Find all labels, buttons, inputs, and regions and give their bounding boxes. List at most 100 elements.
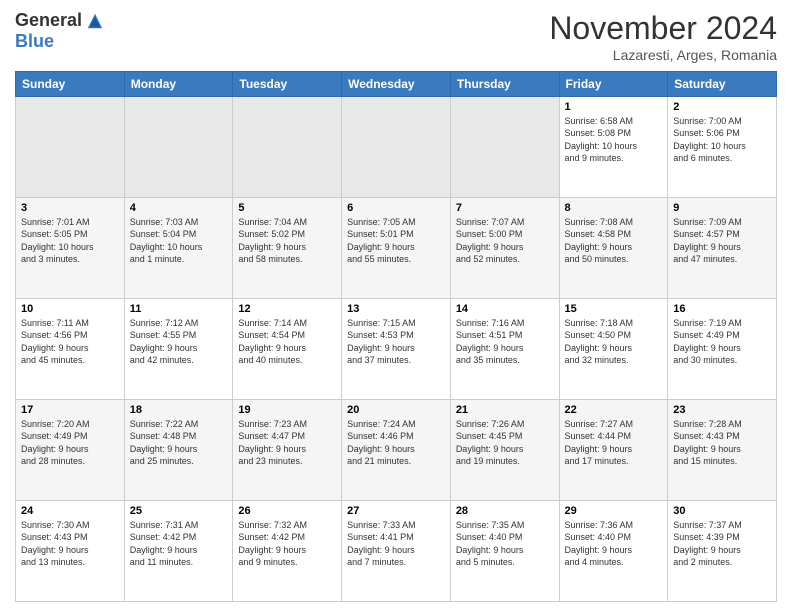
calendar-cell: 24Sunrise: 7:30 AM Sunset: 4:43 PM Dayli… [16, 501, 125, 602]
calendar-cell: 11Sunrise: 7:12 AM Sunset: 4:55 PM Dayli… [124, 299, 233, 400]
calendar-cell: 16Sunrise: 7:19 AM Sunset: 4:49 PM Dayli… [668, 299, 777, 400]
calendar-cell [16, 97, 125, 198]
calendar-cell: 21Sunrise: 7:26 AM Sunset: 4:45 PM Dayli… [450, 400, 559, 501]
day-number: 29 [565, 504, 663, 518]
calendar-cell: 17Sunrise: 7:20 AM Sunset: 4:49 PM Dayli… [16, 400, 125, 501]
day-number: 22 [565, 403, 663, 417]
calendar-cell: 14Sunrise: 7:16 AM Sunset: 4:51 PM Dayli… [450, 299, 559, 400]
day-number: 9 [673, 201, 771, 215]
day-info: Sunrise: 7:03 AM Sunset: 5:04 PM Dayligh… [130, 216, 228, 265]
day-number: 15 [565, 302, 663, 316]
logo: General Blue [15, 10, 104, 52]
month-title: November 2024 [549, 10, 777, 47]
day-info: Sunrise: 7:20 AM Sunset: 4:49 PM Dayligh… [21, 418, 119, 467]
calendar-cell: 19Sunrise: 7:23 AM Sunset: 4:47 PM Dayli… [233, 400, 342, 501]
col-thursday: Thursday [450, 72, 559, 97]
day-info: Sunrise: 7:35 AM Sunset: 4:40 PM Dayligh… [456, 519, 554, 568]
day-number: 14 [456, 302, 554, 316]
title-section: November 2024 Lazaresti, Arges, Romania [549, 10, 777, 63]
page: General Blue November 2024 Lazaresti, Ar… [0, 0, 792, 612]
calendar-cell: 13Sunrise: 7:15 AM Sunset: 4:53 PM Dayli… [342, 299, 451, 400]
calendar-cell: 5Sunrise: 7:04 AM Sunset: 5:02 PM Daylig… [233, 198, 342, 299]
calendar-cell [342, 97, 451, 198]
day-info: Sunrise: 7:00 AM Sunset: 5:06 PM Dayligh… [673, 115, 771, 164]
day-number: 21 [456, 403, 554, 417]
calendar-cell: 30Sunrise: 7:37 AM Sunset: 4:39 PM Dayli… [668, 501, 777, 602]
day-info: Sunrise: 7:16 AM Sunset: 4:51 PM Dayligh… [456, 317, 554, 366]
logo-blue-text: Blue [15, 31, 54, 52]
day-info: Sunrise: 7:14 AM Sunset: 4:54 PM Dayligh… [238, 317, 336, 366]
calendar-cell: 8Sunrise: 7:08 AM Sunset: 4:58 PM Daylig… [559, 198, 668, 299]
calendar-cell [124, 97, 233, 198]
day-number: 25 [130, 504, 228, 518]
day-number: 6 [347, 201, 445, 215]
day-number: 28 [456, 504, 554, 518]
day-info: Sunrise: 7:33 AM Sunset: 4:41 PM Dayligh… [347, 519, 445, 568]
day-info: Sunrise: 7:07 AM Sunset: 5:00 PM Dayligh… [456, 216, 554, 265]
calendar-week-row-3: 10Sunrise: 7:11 AM Sunset: 4:56 PM Dayli… [16, 299, 777, 400]
day-number: 8 [565, 201, 663, 215]
col-wednesday: Wednesday [342, 72, 451, 97]
calendar-header-row: Sunday Monday Tuesday Wednesday Thursday… [16, 72, 777, 97]
day-number: 2 [673, 100, 771, 114]
calendar-cell: 12Sunrise: 7:14 AM Sunset: 4:54 PM Dayli… [233, 299, 342, 400]
day-number: 5 [238, 201, 336, 215]
calendar-table: Sunday Monday Tuesday Wednesday Thursday… [15, 71, 777, 602]
calendar-week-row-4: 17Sunrise: 7:20 AM Sunset: 4:49 PM Dayli… [16, 400, 777, 501]
day-number: 12 [238, 302, 336, 316]
calendar-cell: 25Sunrise: 7:31 AM Sunset: 4:42 PM Dayli… [124, 501, 233, 602]
calendar-cell: 2Sunrise: 7:00 AM Sunset: 5:06 PM Daylig… [668, 97, 777, 198]
day-number: 19 [238, 403, 336, 417]
day-number: 16 [673, 302, 771, 316]
calendar-cell: 1Sunrise: 6:58 AM Sunset: 5:08 PM Daylig… [559, 97, 668, 198]
col-sunday: Sunday [16, 72, 125, 97]
calendar-week-row-2: 3Sunrise: 7:01 AM Sunset: 5:05 PM Daylig… [16, 198, 777, 299]
day-number: 26 [238, 504, 336, 518]
day-info: Sunrise: 7:28 AM Sunset: 4:43 PM Dayligh… [673, 418, 771, 467]
calendar-cell: 20Sunrise: 7:24 AM Sunset: 4:46 PM Dayli… [342, 400, 451, 501]
day-number: 1 [565, 100, 663, 114]
day-info: Sunrise: 6:58 AM Sunset: 5:08 PM Dayligh… [565, 115, 663, 164]
logo-icon [86, 12, 104, 30]
day-info: Sunrise: 7:37 AM Sunset: 4:39 PM Dayligh… [673, 519, 771, 568]
day-number: 3 [21, 201, 119, 215]
calendar-cell: 27Sunrise: 7:33 AM Sunset: 4:41 PM Dayli… [342, 501, 451, 602]
calendar-cell: 18Sunrise: 7:22 AM Sunset: 4:48 PM Dayli… [124, 400, 233, 501]
header: General Blue November 2024 Lazaresti, Ar… [15, 10, 777, 63]
calendar-cell: 22Sunrise: 7:27 AM Sunset: 4:44 PM Dayli… [559, 400, 668, 501]
calendar-cell: 9Sunrise: 7:09 AM Sunset: 4:57 PM Daylig… [668, 198, 777, 299]
col-monday: Monday [124, 72, 233, 97]
calendar-week-row-5: 24Sunrise: 7:30 AM Sunset: 4:43 PM Dayli… [16, 501, 777, 602]
day-number: 10 [21, 302, 119, 316]
day-info: Sunrise: 7:04 AM Sunset: 5:02 PM Dayligh… [238, 216, 336, 265]
calendar-cell: 26Sunrise: 7:32 AM Sunset: 4:42 PM Dayli… [233, 501, 342, 602]
calendar-cell: 7Sunrise: 7:07 AM Sunset: 5:00 PM Daylig… [450, 198, 559, 299]
day-number: 18 [130, 403, 228, 417]
day-info: Sunrise: 7:36 AM Sunset: 4:40 PM Dayligh… [565, 519, 663, 568]
calendar-week-row-1: 1Sunrise: 6:58 AM Sunset: 5:08 PM Daylig… [16, 97, 777, 198]
calendar-cell: 3Sunrise: 7:01 AM Sunset: 5:05 PM Daylig… [16, 198, 125, 299]
day-info: Sunrise: 7:23 AM Sunset: 4:47 PM Dayligh… [238, 418, 336, 467]
calendar-cell [233, 97, 342, 198]
calendar-cell: 29Sunrise: 7:36 AM Sunset: 4:40 PM Dayli… [559, 501, 668, 602]
calendar-cell: 4Sunrise: 7:03 AM Sunset: 5:04 PM Daylig… [124, 198, 233, 299]
day-info: Sunrise: 7:18 AM Sunset: 4:50 PM Dayligh… [565, 317, 663, 366]
day-number: 4 [130, 201, 228, 215]
day-info: Sunrise: 7:01 AM Sunset: 5:05 PM Dayligh… [21, 216, 119, 265]
day-info: Sunrise: 7:27 AM Sunset: 4:44 PM Dayligh… [565, 418, 663, 467]
calendar-cell: 10Sunrise: 7:11 AM Sunset: 4:56 PM Dayli… [16, 299, 125, 400]
day-info: Sunrise: 7:05 AM Sunset: 5:01 PM Dayligh… [347, 216, 445, 265]
day-info: Sunrise: 7:22 AM Sunset: 4:48 PM Dayligh… [130, 418, 228, 467]
day-info: Sunrise: 7:08 AM Sunset: 4:58 PM Dayligh… [565, 216, 663, 265]
col-saturday: Saturday [668, 72, 777, 97]
day-info: Sunrise: 7:26 AM Sunset: 4:45 PM Dayligh… [456, 418, 554, 467]
location-subtitle: Lazaresti, Arges, Romania [549, 47, 777, 63]
day-number: 11 [130, 302, 228, 316]
day-info: Sunrise: 7:32 AM Sunset: 4:42 PM Dayligh… [238, 519, 336, 568]
day-number: 30 [673, 504, 771, 518]
day-number: 27 [347, 504, 445, 518]
day-number: 23 [673, 403, 771, 417]
day-info: Sunrise: 7:15 AM Sunset: 4:53 PM Dayligh… [347, 317, 445, 366]
calendar-cell: 23Sunrise: 7:28 AM Sunset: 4:43 PM Dayli… [668, 400, 777, 501]
day-info: Sunrise: 7:24 AM Sunset: 4:46 PM Dayligh… [347, 418, 445, 467]
